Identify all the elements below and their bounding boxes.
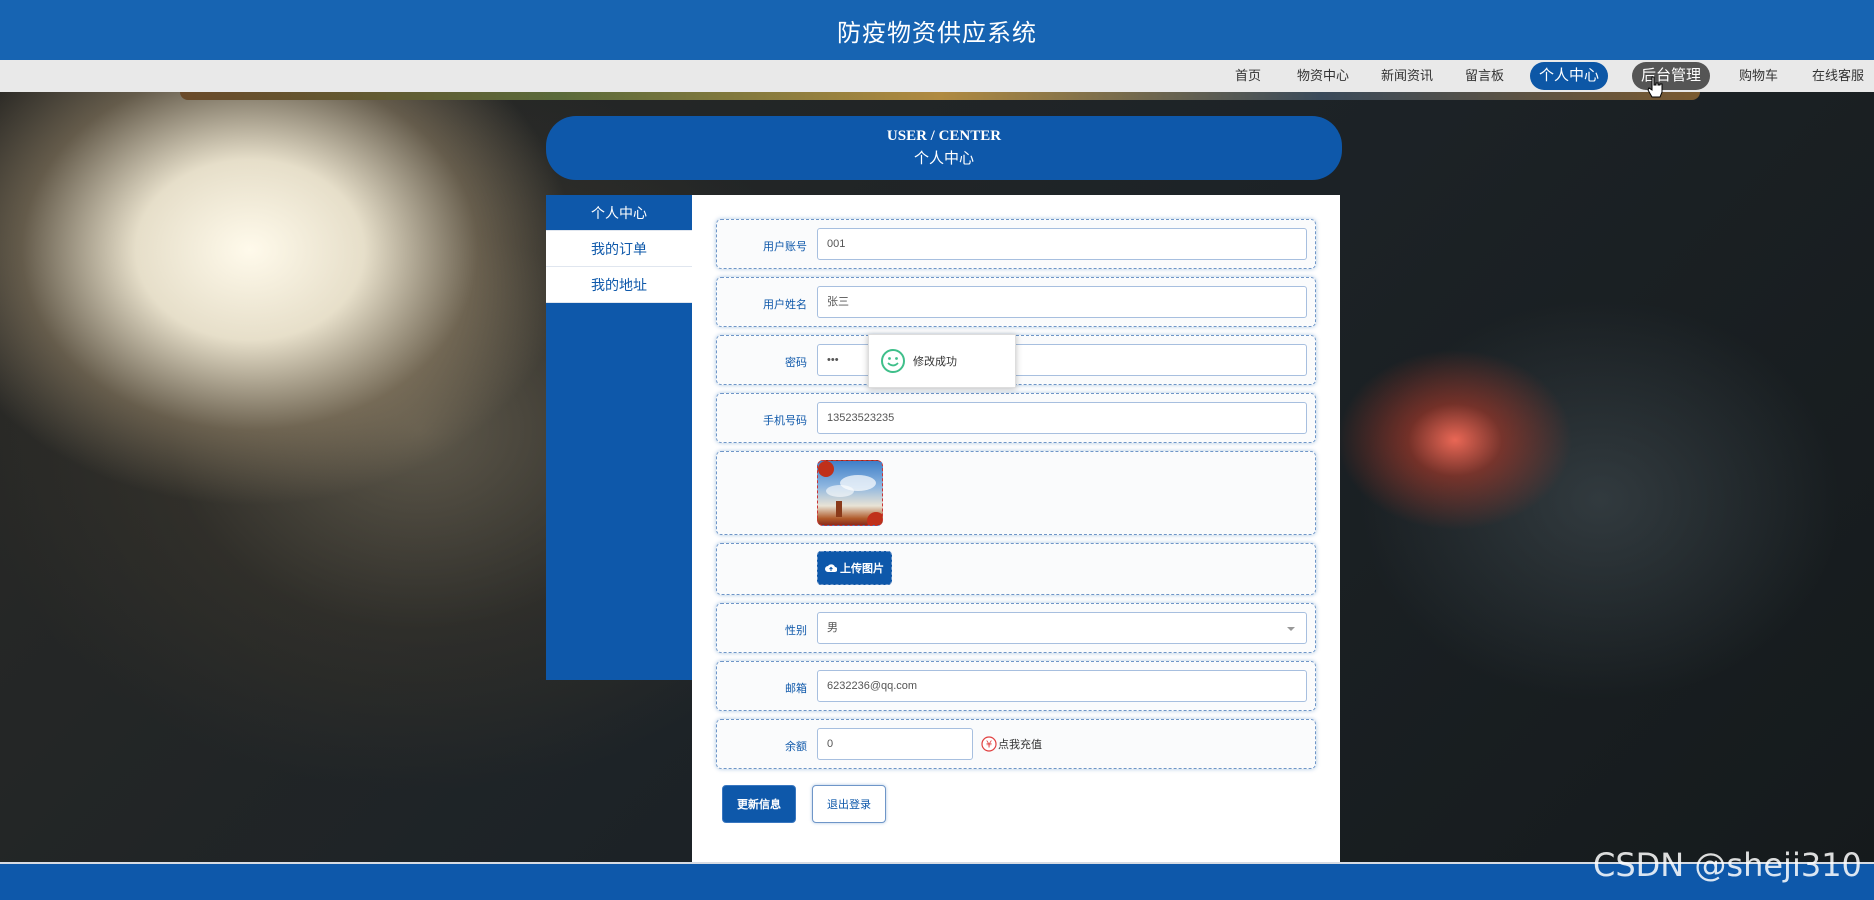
cloud-upload-icon [825, 564, 837, 572]
form-row-email: 邮箱 6232236@qq.com [716, 661, 1316, 711]
svg-text:¥: ¥ [986, 740, 992, 751]
phone-input[interactable]: 13523523235 [817, 402, 1307, 434]
form-row-balance: 余额 0 ¥ 点我充值 [716, 719, 1316, 769]
sidebar: 个人中心 我的订单 我的地址 [546, 195, 692, 680]
nav-item-news[interactable]: 新闻资讯 [1372, 62, 1442, 90]
profile-form-panel: 用户账号 001 用户姓名 张三 密码 ••• 手机号码 13523523235 [692, 195, 1340, 865]
banner-title-cn: 个人中心 [913, 150, 974, 167]
sidebar-item-my-orders[interactable]: 我的订单 [546, 231, 692, 267]
avatar-image[interactable] [817, 460, 883, 526]
name-label: 用户姓名 [763, 299, 807, 311]
nav-item-supplies[interactable]: 物资中心 [1288, 62, 1358, 90]
nav-item-message-board[interactable]: 留言板 [1456, 62, 1513, 90]
recharge-label: 点我充值 [998, 739, 1042, 751]
form-row-phone: 手机号码 13523523235 [716, 393, 1316, 443]
logout-button[interactable]: 退出登录 [812, 785, 886, 823]
banner-title-en: USER / CENTER [886, 128, 1002, 144]
top-header: 防疫物资供应系统 [0, 0, 1874, 60]
username-label: 用户账号 [763, 241, 807, 253]
page-banner: USER / CENTER 个人中心 [546, 116, 1342, 180]
email-label: 邮箱 [785, 683, 807, 695]
gender-select[interactable]: 男 [817, 612, 1307, 644]
nav-item-home[interactable]: 首页 [1226, 62, 1270, 90]
sidebar-item-user-center[interactable]: 个人中心 [546, 195, 692, 231]
nav-bar: 首页 物资中心 新闻资讯 留言板 个人中心 后台管理 购物车 在线客服 [0, 60, 1874, 100]
form-row-password: 密码 ••• [716, 335, 1316, 385]
toast-notification: 修改成功 [868, 334, 1016, 388]
hand-cursor-icon [1647, 76, 1663, 98]
nav-item-online-service[interactable]: 在线客服 [1803, 62, 1873, 90]
form-row-avatar [716, 451, 1316, 535]
username-input[interactable]: 001 [817, 228, 1307, 260]
balance-label: 余额 [785, 741, 807, 753]
upload-image-button[interactable]: 上传图片 [817, 551, 892, 585]
nav-item-user-center[interactable]: 个人中心 [1530, 62, 1609, 90]
chevron-down-icon [1287, 627, 1295, 631]
nav-banner-strip [180, 92, 1700, 100]
toast-message: 修改成功 [913, 356, 957, 368]
email-input[interactable]: 6232236@qq.com [817, 670, 1307, 702]
name-input[interactable]: 张三 [817, 286, 1307, 318]
smile-success-icon [881, 349, 905, 373]
nav-item-cart[interactable]: 购物车 [1730, 62, 1787, 90]
gender-selected-value: 男 [827, 622, 838, 634]
balance-input[interactable]: 0 [817, 728, 973, 760]
form-row-upload: 上传图片 [716, 543, 1316, 595]
form-row-username: 用户账号 001 [716, 219, 1316, 269]
nav-item-admin[interactable]: 后台管理 [1632, 62, 1711, 90]
form-row-name: 用户姓名 张三 [716, 277, 1316, 327]
gender-label: 性别 [785, 625, 807, 637]
form-row-gender: 性别 男 [716, 603, 1316, 653]
watermark-text: CSDN @sheji310 [1593, 846, 1862, 884]
avatar-photo-icon [818, 461, 882, 525]
upload-image-label: 上传图片 [840, 563, 884, 575]
yuan-coin-icon: ¥ [981, 736, 997, 752]
update-info-button[interactable]: 更新信息 [722, 785, 796, 823]
sidebar-item-my-address[interactable]: 我的地址 [546, 267, 692, 303]
phone-label: 手机号码 [763, 415, 807, 427]
recharge-link[interactable]: ¥ 点我充值 [981, 736, 1042, 752]
site-title: 防疫物资供应系统 [837, 19, 1037, 47]
password-label: 密码 [785, 357, 807, 369]
